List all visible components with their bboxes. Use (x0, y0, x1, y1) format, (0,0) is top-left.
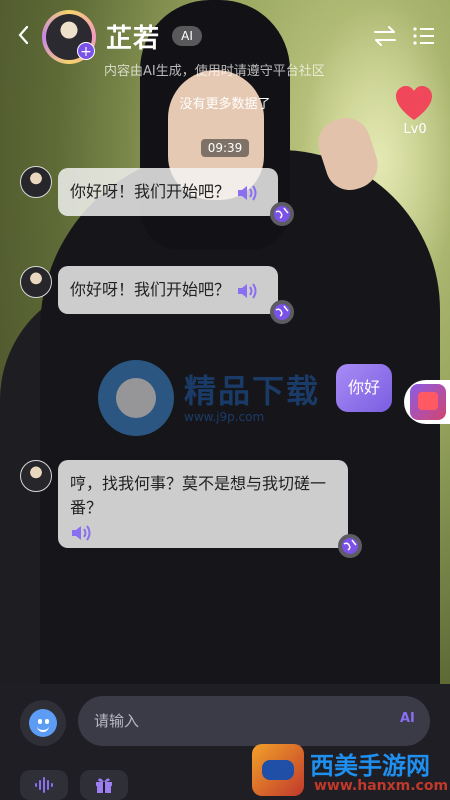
affinity-level: Lv0 (403, 122, 427, 137)
translate-globe-icon[interactable] (270, 300, 294, 324)
message-text: 你好呀！我们开始吧？ (70, 182, 231, 201)
site-brand-watermark: 西美手游网 www.hanxm.com (252, 744, 450, 800)
bot-message-bubble[interactable]: 你好呀！我们开始吧？ (58, 266, 278, 314)
message-text: 你好 (347, 378, 380, 397)
translate-globe-icon[interactable] (338, 534, 362, 558)
bot-avatar[interactable] (20, 460, 52, 492)
bot-message-bubble[interactable]: 你好呀！我们开始吧？ (58, 168, 278, 216)
speaker-icon[interactable] (70, 524, 92, 542)
message-input[interactable] (94, 696, 384, 746)
ai-assist-button[interactable]: AI (400, 711, 415, 726)
ai-disclaimer: 内容由AI生成，使用时请遵守平台社区 (104, 64, 325, 79)
bot-message-bubble[interactable]: 哼，找我何事？莫不是想与我切磋一番？ (58, 460, 348, 548)
emoji-icon[interactable] (20, 700, 66, 746)
follow-plus-button[interactable]: + (77, 42, 95, 60)
message-timestamp: 09:39 (201, 139, 249, 157)
message-text: 你好呀！我们开始吧？ (70, 280, 231, 299)
brand-url: www.hanxm.com (314, 778, 449, 794)
user-message-bubble[interactable]: 你好 (336, 364, 392, 412)
gift-icon[interactable] (80, 770, 128, 800)
message-text: 哼，找我何事？莫不是想与我切磋一番？ (70, 474, 327, 517)
no-more-data-text: 没有更多数据了 (179, 97, 271, 112)
bot-avatar[interactable] (20, 166, 52, 198)
brand-title: 西美手游网 (310, 752, 430, 780)
user-avatar[interactable] (404, 380, 450, 424)
watermark-url: www.j9p.com (184, 410, 265, 424)
speaker-icon[interactable] (236, 184, 258, 202)
menu-list-icon[interactable] (412, 24, 436, 48)
message-input-container[interactable]: AI (78, 696, 430, 746)
bot-avatar[interactable] (20, 266, 52, 298)
translate-globe-icon[interactable] (270, 202, 294, 226)
character-name: 芷若 (106, 24, 161, 54)
swap-icon[interactable] (372, 24, 398, 48)
speaker-icon[interactable] (236, 282, 258, 300)
chat-header: + 芷若 AI 内容由AI生成，使用时请遵守平台社区 (0, 0, 450, 80)
chevron-left-icon[interactable] (14, 22, 34, 48)
watermark-name: 精品下载 (184, 372, 321, 410)
ai-badge: AI (172, 26, 202, 46)
voice-wave-icon[interactable] (20, 770, 68, 800)
